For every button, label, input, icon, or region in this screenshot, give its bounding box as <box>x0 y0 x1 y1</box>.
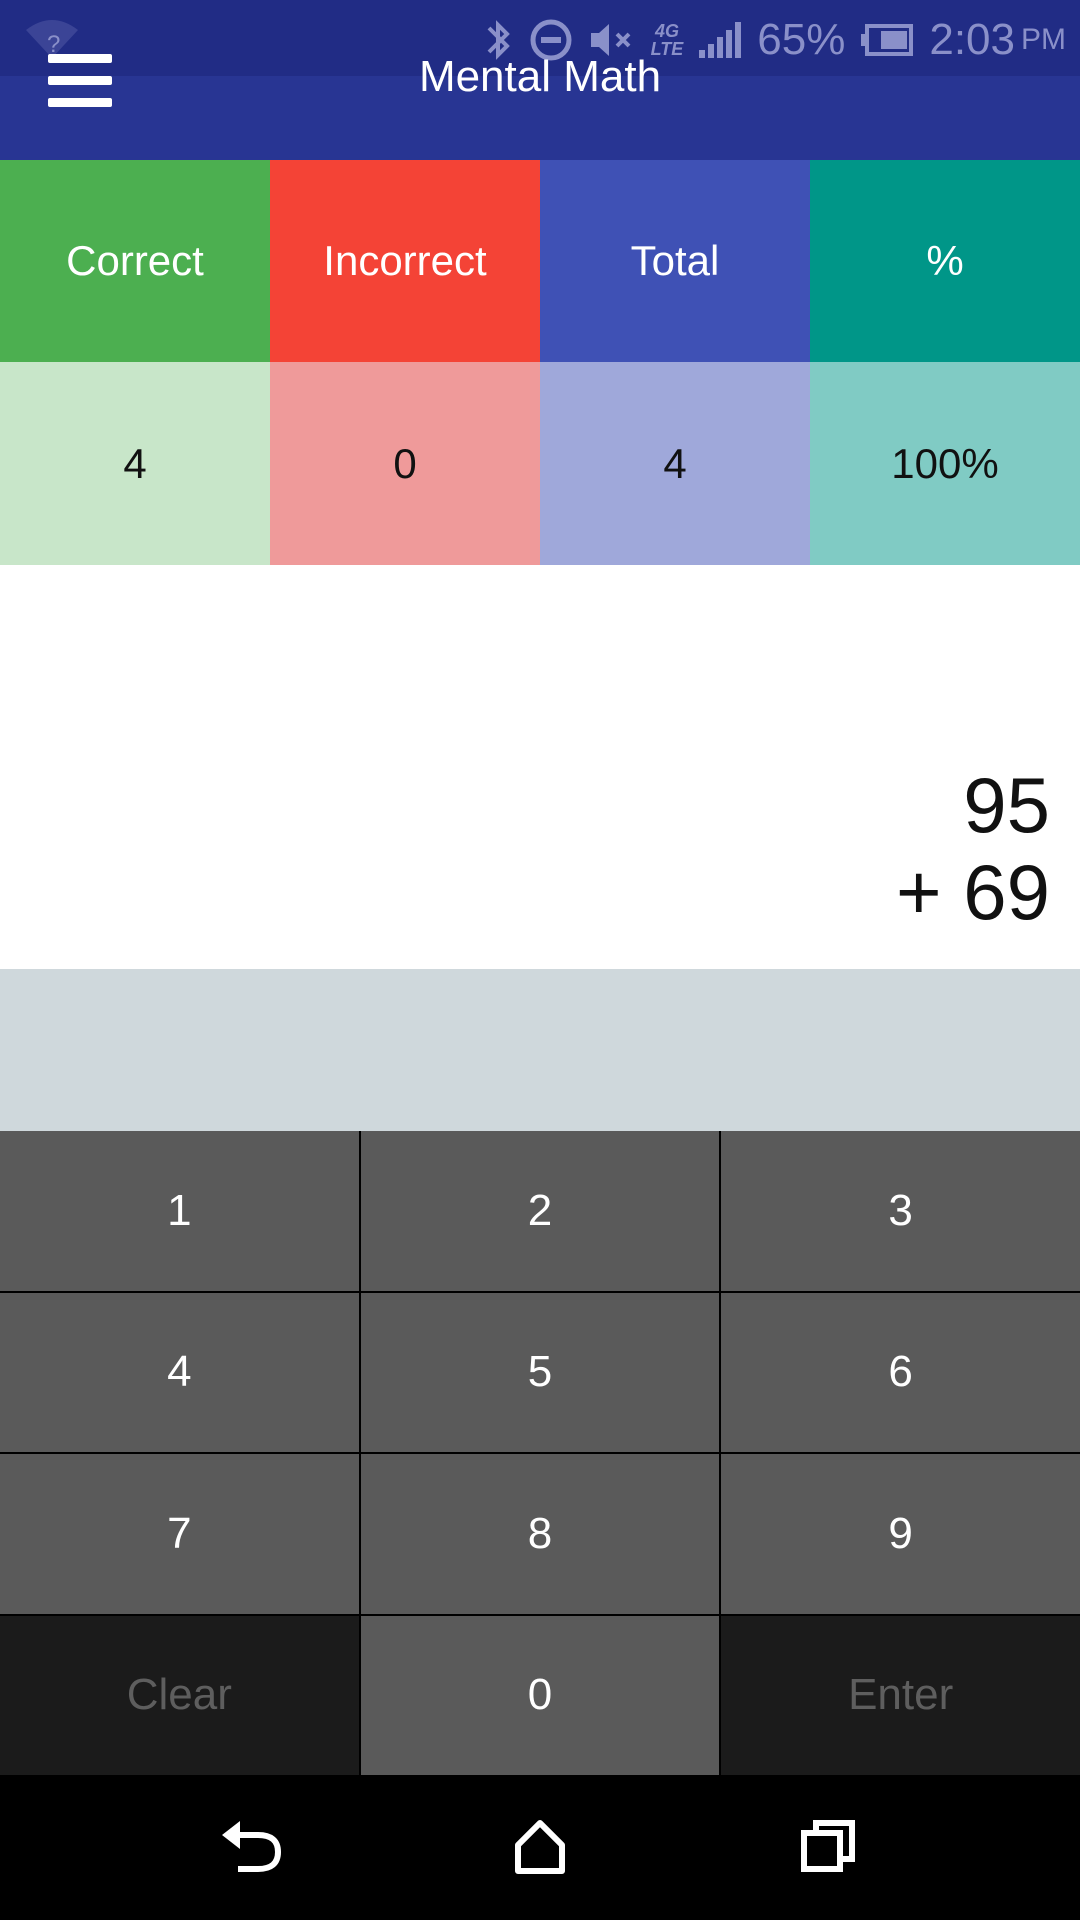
key-0[interactable]: 0 <box>360 1615 720 1775</box>
answer-field[interactable] <box>0 969 1080 1131</box>
key-7[interactable]: 7 <box>0 1454 359 1614</box>
header-total: Total <box>540 160 810 362</box>
recents-icon[interactable] <box>778 1797 878 1897</box>
enter-button[interactable]: Enter <box>721 1615 1080 1775</box>
header-percent: % <box>810 160 1080 362</box>
value-percent: 100% <box>810 362 1080 565</box>
home-icon[interactable] <box>490 1797 590 1897</box>
app-bar: ? 4G LTE 65% 2:03 PM Mental Math <box>0 0 1080 160</box>
score-table: Correct Incorrect Total % 4 0 4 100% <box>0 160 1080 565</box>
clear-button[interactable]: Clear <box>0 1615 359 1775</box>
key-4[interactable]: 4 <box>0 1292 359 1452</box>
back-icon[interactable] <box>203 1797 303 1897</box>
value-incorrect: 0 <box>270 362 540 565</box>
question-area: 95 + 69 <box>0 565 1080 969</box>
network-label: 4G <box>654 21 679 41</box>
keypad: 1 2 3 4 5 6 7 8 9 Clear 0 Enter <box>0 1131 1080 1775</box>
app-title: Mental Math <box>418 52 662 101</box>
operand-top: 95 <box>963 761 1050 849</box>
value-total: 4 <box>540 362 810 565</box>
key-5[interactable]: 5 <box>360 1292 720 1452</box>
key-1[interactable]: 1 <box>0 1131 359 1291</box>
key-9[interactable]: 9 <box>721 1454 1080 1614</box>
header-correct: Correct <box>0 160 270 362</box>
value-correct: 4 <box>0 362 270 565</box>
key-2[interactable]: 2 <box>360 1131 720 1291</box>
operator-line: + 69 <box>896 848 1050 936</box>
key-8[interactable]: 8 <box>360 1454 720 1614</box>
navigation-bar <box>0 1775 1080 1920</box>
key-3[interactable]: 3 <box>721 1131 1080 1291</box>
header-incorrect: Incorrect <box>270 160 540 362</box>
key-6[interactable]: 6 <box>721 1292 1080 1452</box>
